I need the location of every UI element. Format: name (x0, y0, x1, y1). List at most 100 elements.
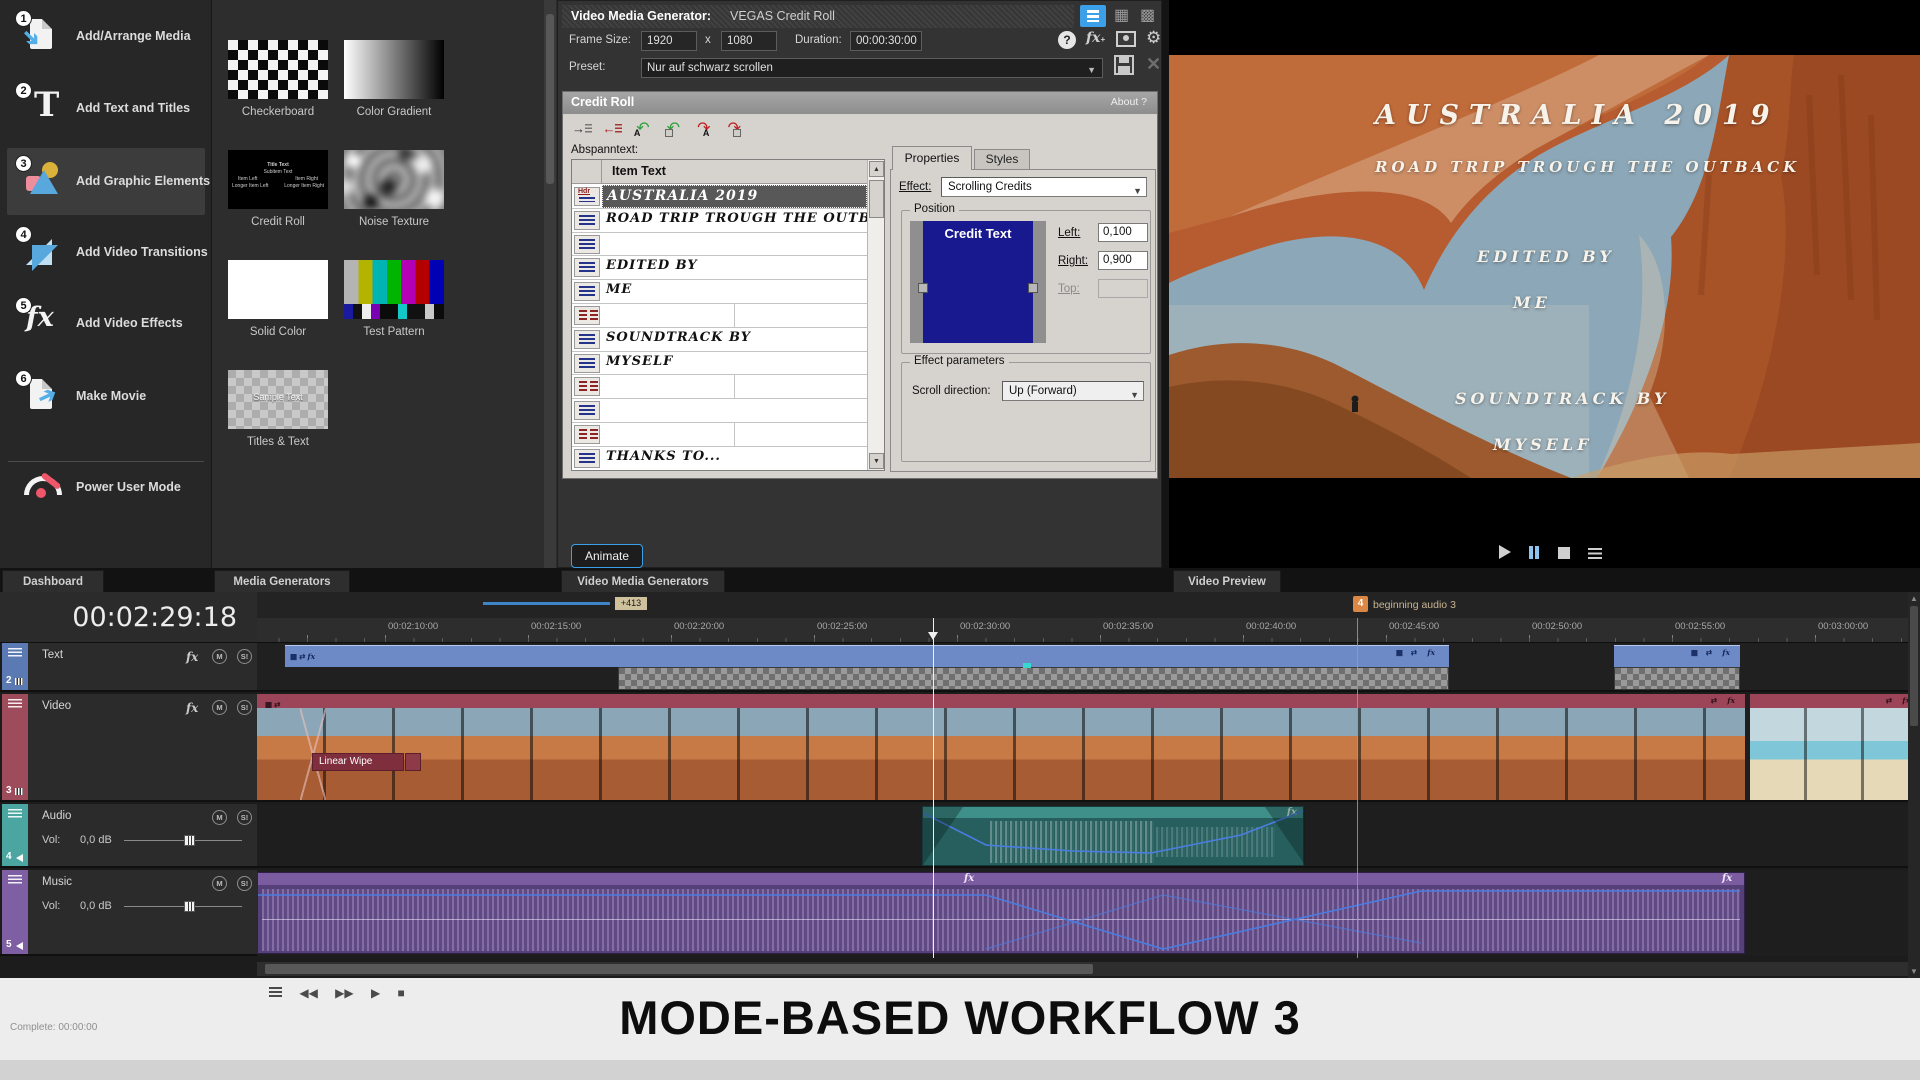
mute-button[interactable]: M (212, 700, 227, 715)
track-header-text[interactable]: 2 Text fx M S! (0, 643, 257, 692)
timeline-hscrollbar[interactable] (257, 962, 1908, 976)
music-envelope[interactable] (258, 873, 1746, 955)
credit-row[interactable] (572, 423, 867, 447)
left-drag-handle[interactable] (918, 283, 928, 293)
playlist-icon[interactable] (1588, 548, 1602, 559)
track-header-video[interactable]: 3 Video fx M S! (0, 694, 257, 802)
sidebar-item-add-transitions[interactable]: 4 Add Video Transitions (0, 220, 212, 284)
delete-item-icon[interactable]: ↷ (723, 118, 745, 136)
generated-media-icon[interactable] (1116, 31, 1136, 47)
text-clip-a[interactable]: ▦⇄fx ▦⇄fx (285, 645, 1449, 667)
scroll-direction-combo[interactable]: Up (Forward) ▼ (1002, 381, 1144, 401)
track-header-audio[interactable]: 4 Audio M S! Vol: 0,0 dB (0, 804, 257, 868)
sidebar-item-power-user-mode[interactable]: Power User Mode (0, 455, 212, 519)
tab-properties[interactable]: Properties (892, 146, 972, 170)
track-content-music[interactable]: fx fx (257, 870, 1908, 956)
sol o-button[interactable]: S! (237, 700, 252, 715)
marker-flag[interactable]: 4 (1353, 596, 1368, 612)
media-fx-icon[interactable]: fx+ (1086, 30, 1105, 46)
frame-height-field[interactable]: 1080 (721, 31, 777, 51)
grid-view-button[interactable]: ▦ (1114, 5, 1129, 25)
sidebar-item-add-effects[interactable]: 5 fx Add Video Effects (0, 291, 212, 355)
sidebar-item-add-graphics[interactable]: 3 Add Graphic Elements (0, 149, 212, 213)
right-drag-handle[interactable] (1028, 283, 1038, 293)
solo-button[interactable]: S! (237, 810, 252, 825)
thumbnail-noise-texture[interactable] (344, 150, 444, 209)
thumbnail-credit-roll[interactable]: Title Text Subitem Text Item Left Item R… (228, 150, 328, 209)
audio-clip[interactable]: fx (922, 806, 1304, 866)
timeline-zoom-slider[interactable] (483, 602, 610, 605)
track-color-strip[interactable]: 5 (2, 870, 28, 954)
tab-styles[interactable]: Styles (974, 149, 1030, 170)
volume-slider[interactable] (124, 840, 242, 841)
tab-video-media-generators[interactable]: Video Media Generators (561, 570, 725, 592)
sidebar-item-make-movie[interactable]: 6 ➔ Make Movie (0, 364, 212, 428)
delete-preset-icon[interactable]: ✕ (1146, 54, 1161, 75)
thumbnail-color-gradient[interactable] (344, 40, 444, 99)
play-icon[interactable] (1499, 545, 1511, 559)
timecode-display[interactable]: 00:02:29:18 (0, 592, 257, 643)
sidebar-item-add-media[interactable]: 1 ➔ Add/Arrange Media (0, 4, 212, 68)
credit-row[interactable]: EDITED BY (572, 256, 867, 280)
track-content-audio[interactable]: fx (257, 804, 1908, 868)
credit-row[interactable]: MYSELF (572, 352, 867, 376)
volume-slider-handle[interactable] (184, 835, 195, 846)
track-fx-button[interactable]: fx (186, 650, 198, 664)
volume-slider[interactable] (124, 906, 242, 907)
text-clip-b[interactable]: ▦⇄fx (1614, 645, 1740, 667)
indent-out-icon[interactable]: ← (601, 121, 623, 139)
duration-field[interactable]: 00:00:30:00 (850, 31, 922, 51)
sidebar-item-add-text[interactable]: 2 T Add Text and Titles (0, 76, 212, 140)
tab-dashboard[interactable]: Dashboard (2, 570, 104, 592)
delete-text-icon[interactable]: ↷A (693, 118, 715, 136)
large-grid-view-button[interactable]: ▩ (1140, 5, 1155, 25)
preset-combo[interactable]: Nur auf schwarz scrollen ▼ (641, 58, 1103, 78)
media-panel-scrollbar[interactable] (544, 0, 556, 568)
timeline-vscrollbar[interactable]: ▲ ▼ (1908, 592, 1920, 978)
mute-button[interactable]: M (212, 649, 227, 664)
solo-button[interactable]: S! (237, 649, 252, 664)
hscroll-thumb[interactable] (265, 964, 1093, 974)
track-content-video[interactable]: ▦⇄ ⇄fx Linear Wipe ⇄fx (257, 694, 1908, 802)
thumbnail-checkerboard[interactable] (228, 40, 328, 99)
gear-icon[interactable]: ⚙ (1146, 28, 1161, 48)
scroll-thumb[interactable] (869, 180, 884, 218)
mute-button[interactable]: M (212, 876, 227, 891)
credit-row-selected[interactable]: Hdr AUSTRALIA 2019 (572, 185, 867, 209)
mute-button[interactable]: M (212, 810, 227, 825)
credit-row[interactable] (572, 233, 867, 257)
volume-slider-handle[interactable] (184, 901, 195, 912)
list-scrollbar[interactable]: ▲ ▼ (867, 160, 884, 470)
save-preset-icon[interactable] (1114, 55, 1134, 75)
insert-text-above-icon[interactable]: ↶A (632, 118, 654, 136)
thumbnail-titles-text[interactable]: Sample Text (228, 370, 328, 429)
frame-width-field[interactable]: 1920 (641, 31, 697, 51)
track-color-strip[interactable]: 2 (2, 643, 28, 690)
track-content-text[interactable]: ▦⇄fx ▦⇄fx ▦⇄fx (257, 643, 1908, 692)
insert-item-above-icon[interactable]: ↶ (662, 118, 684, 136)
dialog-title-bar[interactable]: Video Media Generator: VEGAS Credit Roll (562, 5, 1074, 28)
transition-icon[interactable] (405, 753, 421, 771)
scroll-down-icon[interactable]: ▼ (869, 453, 884, 469)
credit-roll-title-bar[interactable]: Credit Roll About ? (563, 92, 1157, 114)
track-color-strip[interactable]: 3 (2, 694, 28, 800)
about-link[interactable]: About ? (1111, 96, 1147, 108)
solo-button[interactable]: S! (237, 876, 252, 891)
thumbnail-solid-color[interactable] (228, 260, 328, 319)
credit-row[interactable]: SOUNDTRACK BY (572, 328, 867, 352)
thumbnail-test-pattern[interactable] (344, 260, 444, 319)
transition-label[interactable]: Linear Wipe (312, 753, 404, 771)
video-clip-a-bar[interactable]: ▦⇄ ⇄fx (257, 694, 1745, 708)
tab-media-generators[interactable]: Media Generators (214, 570, 350, 592)
scroll-up-icon[interactable]: ▲ (1910, 594, 1918, 603)
credit-row[interactable]: ROAD TRIP TROUGH THE OUTBA (572, 209, 867, 233)
indent-in-icon[interactable]: → (571, 121, 593, 139)
list-view-button[interactable] (1080, 5, 1106, 27)
track-fx-button[interactable]: fx (186, 701, 198, 715)
credit-row[interactable] (572, 399, 867, 423)
effect-combo[interactable]: Scrolling Credits ▼ (941, 177, 1147, 197)
timeline-ruler[interactable]: 00:02:10:00 00:02:15:00 00:02:20:00 00:0… (257, 618, 1908, 643)
video-clip-b-bar[interactable]: ⇄fx (1750, 694, 1908, 708)
playhead[interactable] (933, 618, 934, 958)
track-header-music[interactable]: 5 Music M S! Vol: 0,0 dB (0, 870, 257, 956)
